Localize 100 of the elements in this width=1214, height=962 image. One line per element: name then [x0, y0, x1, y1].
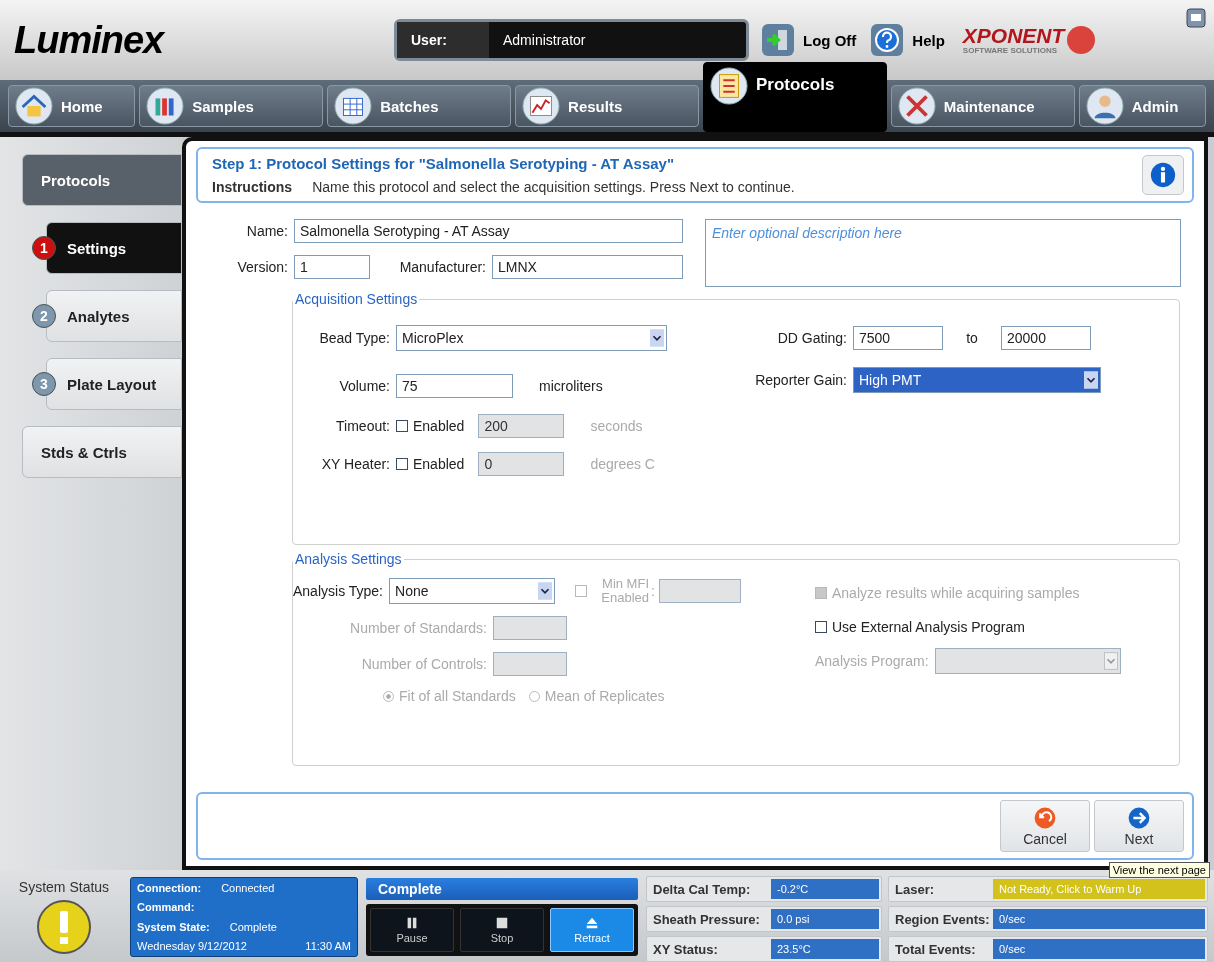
- checkbox-label: Min MFI Enabled: [600, 577, 649, 605]
- unit-label: degrees C: [590, 456, 655, 472]
- info-button[interactable]: [1142, 155, 1184, 195]
- range-separator: to: [965, 330, 979, 346]
- sidebar-item[interactable]: Plate Layout: [46, 358, 182, 410]
- field-label: Manufacturer:: [398, 259, 487, 275]
- checkbox-label: Enabled: [413, 418, 465, 434]
- home-icon: [15, 87, 53, 125]
- reading-label: Region Events:: [894, 911, 991, 927]
- user-label: User:: [397, 22, 489, 58]
- field-label: DD Gating:: [776, 330, 848, 346]
- nav-tab[interactable]: Home: [8, 85, 136, 127]
- tools-icon: [897, 87, 936, 125]
- reading-label: Sheath Pressure:: [652, 911, 761, 927]
- field-label: Name:: [245, 223, 289, 239]
- status-label: System State:: [137, 920, 210, 933]
- step-number-badge: 2: [32, 304, 56, 328]
- time-text: 11:30 AM: [305, 940, 351, 952]
- field-label: Volume:: [338, 378, 391, 394]
- cancel-button[interactable]: Cancel: [1000, 800, 1090, 852]
- checkbox-label: Use External Analysis Program: [832, 619, 1025, 635]
- reading-value: Not Ready, Click to Warm Up: [993, 879, 1205, 899]
- nav-tab[interactable]: Maintenance: [890, 85, 1075, 127]
- person-icon: [1085, 87, 1124, 125]
- field-label: Number of Controls:: [360, 656, 488, 673]
- step-number-badge: 1: [32, 236, 56, 260]
- pause-button[interactable]: Pause: [370, 908, 454, 952]
- caret-icon: [1084, 370, 1098, 390]
- pause-icon: [405, 916, 419, 930]
- brand-logo: XPONENT SOFTWARE SOLUTIONS: [962, 25, 1065, 55]
- bead-type-dropdown[interactable]: MicroPlex: [396, 325, 667, 351]
- sidebar-item[interactable]: Protocols: [22, 154, 182, 206]
- field-label: Number of Standards:: [349, 620, 488, 637]
- field-label: Bead Type:: [318, 330, 391, 346]
- caret-icon: [1103, 651, 1118, 671]
- sidebar-item[interactable]: Stds & Ctrls: [22, 426, 182, 478]
- log-off-link[interactable]: Log Off: [803, 31, 857, 49]
- test-tubes-icon: [146, 87, 185, 125]
- help-icon[interactable]: [870, 23, 905, 57]
- group-title: Analysis Settings: [294, 551, 403, 567]
- radio-label: Fit of all Standards: [399, 688, 516, 705]
- user-name: Administrator: [502, 32, 586, 48]
- caret-icon: [538, 580, 552, 601]
- grid-icon: [334, 87, 373, 125]
- status-title: System Status: [18, 879, 110, 895]
- unit-label: seconds: [590, 418, 643, 434]
- dd-gating-from-field[interactable]: 7500: [853, 326, 943, 350]
- next-button[interactable]: Next: [1094, 800, 1184, 852]
- checkbox-label: Enabled: [413, 456, 465, 472]
- min-mfi-field[interactable]: [658, 578, 741, 603]
- reading-value: 0/sec: [993, 939, 1205, 959]
- field-label: Reporter Gain:: [754, 372, 848, 388]
- field-label: Timeout:: [335, 418, 391, 434]
- sphere-icon: [1066, 25, 1097, 55]
- name-field[interactable]: Salmonella Serotyping - AT Assay: [294, 219, 683, 243]
- status-label: Command:: [137, 901, 195, 914]
- reading-label: Delta Cal Temp:: [652, 881, 752, 897]
- retract-button[interactable]: Retract: [550, 908, 634, 952]
- colon-label: :: [651, 582, 655, 599]
- status-label: Connection:: [137, 882, 202, 894]
- minimize-icon[interactable]: [1186, 8, 1206, 28]
- run-state-banner: Complete: [366, 878, 638, 900]
- step-title: Step 1: Protocol Settings for "Salmonella Serotyping - AT Assay": [212, 155, 676, 172]
- nav-tab[interactable]: Samples: [139, 85, 324, 127]
- date-text: Wednesday 9/12/2012: [137, 940, 247, 952]
- reporter-gain-dropdown[interactable]: High PMT: [853, 367, 1101, 393]
- sidebar-item[interactable]: Analytes: [46, 290, 182, 342]
- instructions-label: Instructions: [212, 179, 293, 195]
- version-field[interactable]: 1: [294, 255, 370, 279]
- checkbox[interactable]: [815, 621, 827, 633]
- nav-tab[interactable]: Batches: [327, 85, 512, 127]
- dd-gating-to-field[interactable]: 20000: [1001, 326, 1091, 350]
- stop-icon: [495, 916, 509, 930]
- info-icon: [1149, 161, 1177, 189]
- exit-door-icon[interactable]: [761, 23, 795, 57]
- logo: Luminex: [14, 18, 166, 62]
- help-link[interactable]: Help: [912, 31, 945, 49]
- nav-tab[interactable]: Results: [515, 85, 699, 127]
- unit-label: microliters: [539, 378, 603, 394]
- reading-label: XY Status:: [652, 941, 719, 957]
- reading-value: 23.5°C: [771, 939, 879, 959]
- checkbox-label: Analyze results while acquiring samples: [832, 585, 1080, 601]
- manufacturer-field[interactable]: LMNX: [492, 255, 683, 279]
- reading-value: -0.2°C: [771, 879, 879, 899]
- nav-tab[interactable]: Admin: [1078, 85, 1206, 127]
- eject-icon: [585, 916, 599, 930]
- caret-icon: [650, 328, 664, 348]
- analysis-type-dropdown[interactable]: None: [389, 577, 555, 604]
- field-label: Analysis Type:: [293, 582, 384, 599]
- reading-label: Laser:: [894, 881, 936, 897]
- field-label: XY Heater:: [320, 456, 391, 472]
- reading-label: Total Events:: [894, 941, 977, 957]
- status-value: Connected: [221, 882, 275, 894]
- tooltip: View the next page: [1108, 862, 1210, 878]
- volume-field[interactable]: 75: [396, 374, 513, 398]
- stop-button[interactable]: Stop: [460, 908, 544, 952]
- nav-tab[interactable]: Protocols: [702, 62, 887, 132]
- status-value: Complete: [229, 920, 277, 933]
- radio-label: Mean of Replicates: [544, 688, 665, 705]
- field-label: Version:: [236, 259, 289, 275]
